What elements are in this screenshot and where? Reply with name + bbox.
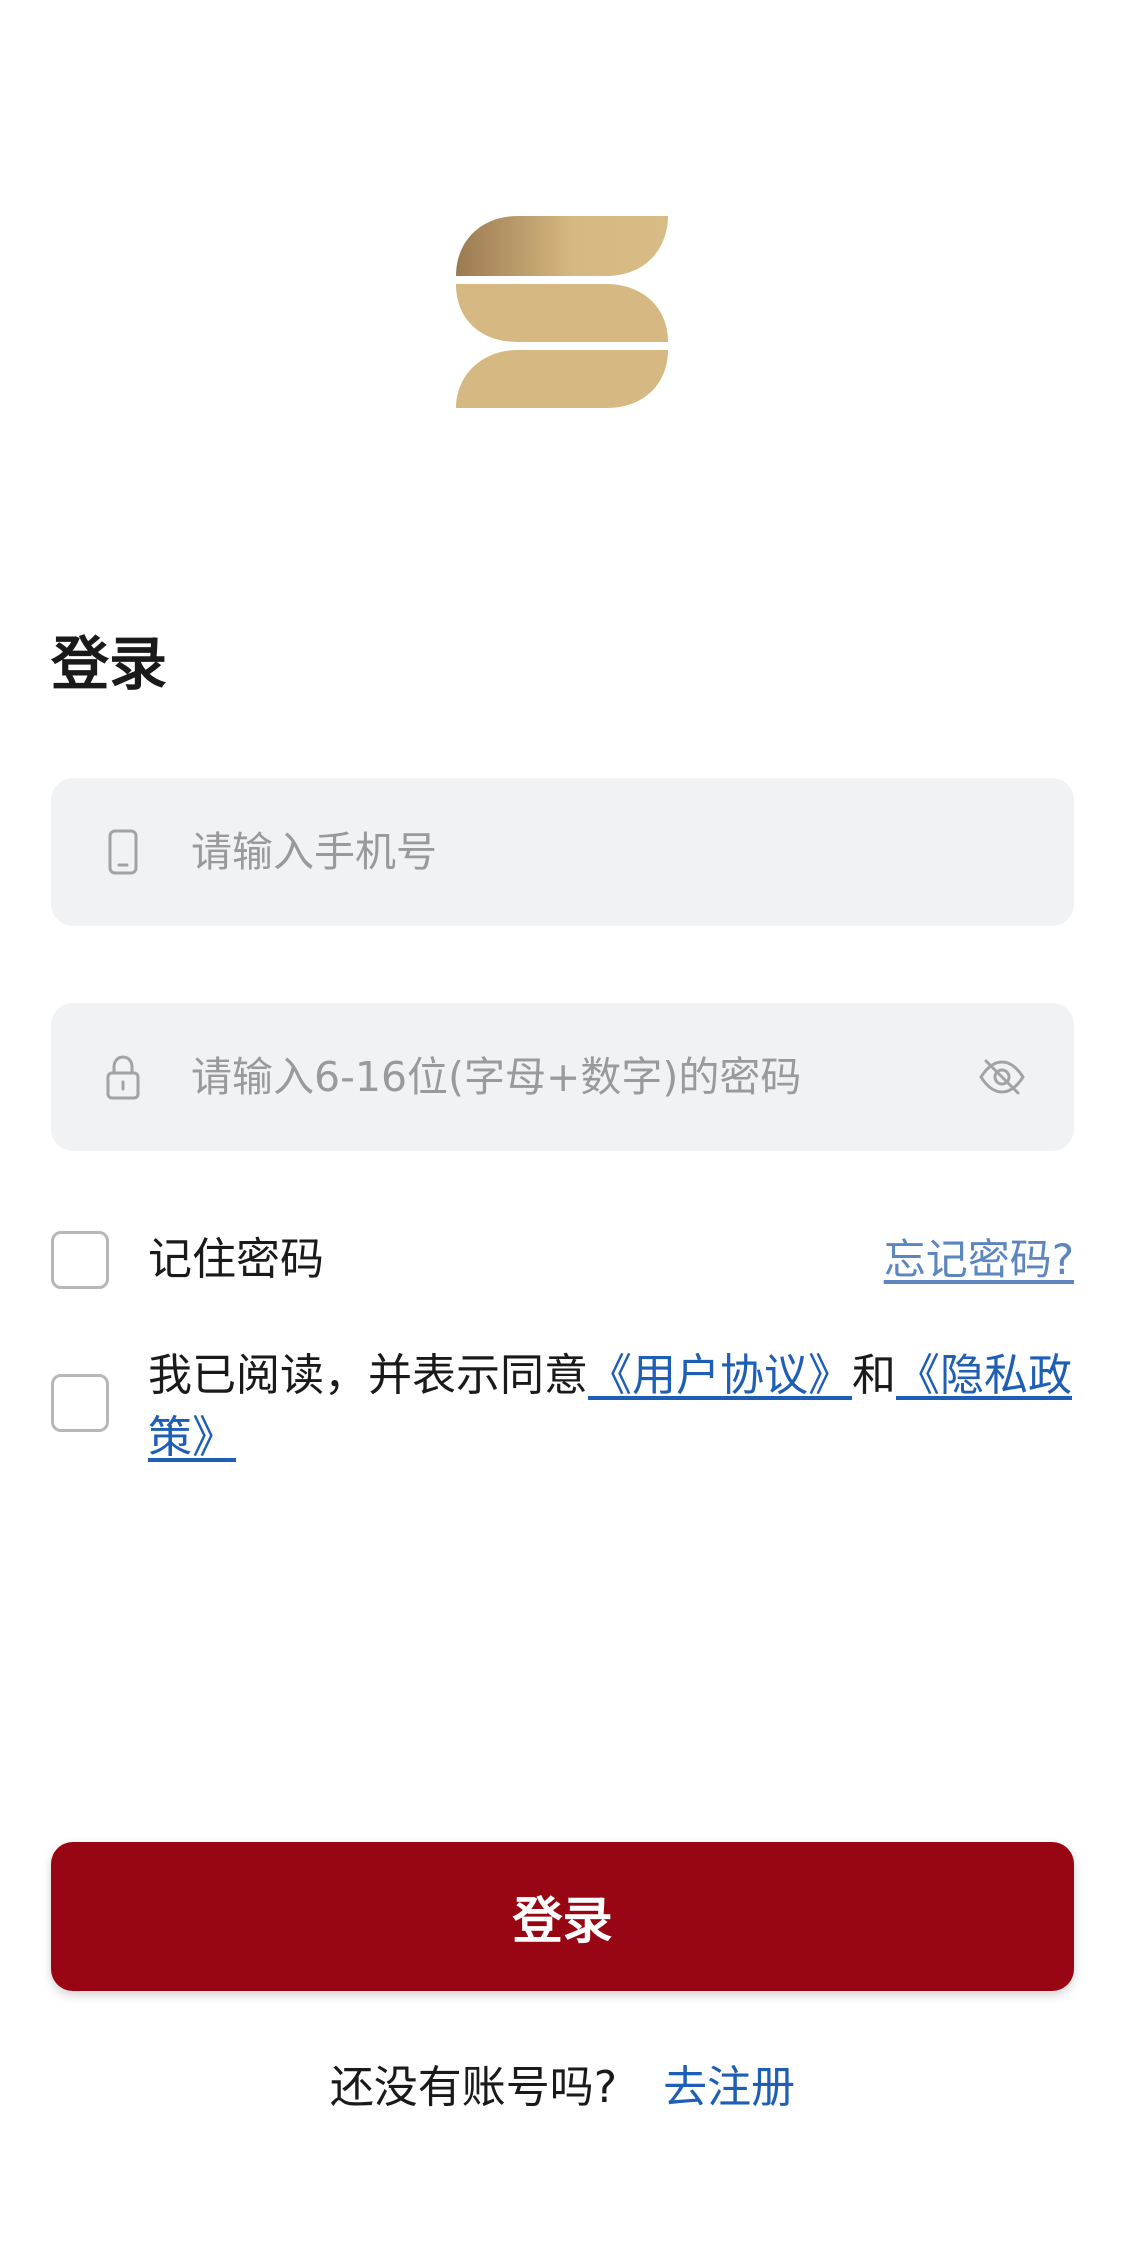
agreement-prefix: 我已阅读，并表示同意 bbox=[148, 1350, 588, 1401]
signup-link[interactable]: 去注册 bbox=[663, 2062, 795, 2113]
login-button[interactable]: 登录 bbox=[51, 1842, 1074, 1991]
remember-password-checkbox[interactable] bbox=[51, 1231, 109, 1289]
phone-input[interactable] bbox=[191, 778, 991, 926]
agreement-conjunction: 和 bbox=[852, 1350, 896, 1401]
signup-question: 还没有账号吗? bbox=[329, 2062, 618, 2113]
eye-off-icon[interactable] bbox=[978, 1057, 1026, 1097]
agreement-checkbox[interactable] bbox=[51, 1374, 109, 1432]
brand-s-logo-icon bbox=[456, 216, 668, 408]
phone-field[interactable] bbox=[51, 778, 1074, 926]
lock-icon bbox=[102, 1053, 144, 1101]
signup-row: 还没有账号吗? 去注册 bbox=[0, 2058, 1125, 2118]
password-input[interactable] bbox=[191, 1003, 991, 1151]
remember-password-label: 记住密码 bbox=[148, 1234, 324, 1285]
phone-icon bbox=[102, 828, 144, 876]
page-title: 登录 bbox=[51, 630, 168, 698]
user-agreement-link[interactable]: 《用户协议》 bbox=[588, 1350, 852, 1401]
brand-logo bbox=[456, 216, 668, 408]
password-field[interactable] bbox=[51, 1003, 1074, 1151]
forgot-password-link[interactable]: 忘记密码? bbox=[884, 1232, 1074, 1288]
agreement-text: 我已阅读，并表示同意《用户协议》和《隐私政策》 bbox=[148, 1345, 1078, 1469]
